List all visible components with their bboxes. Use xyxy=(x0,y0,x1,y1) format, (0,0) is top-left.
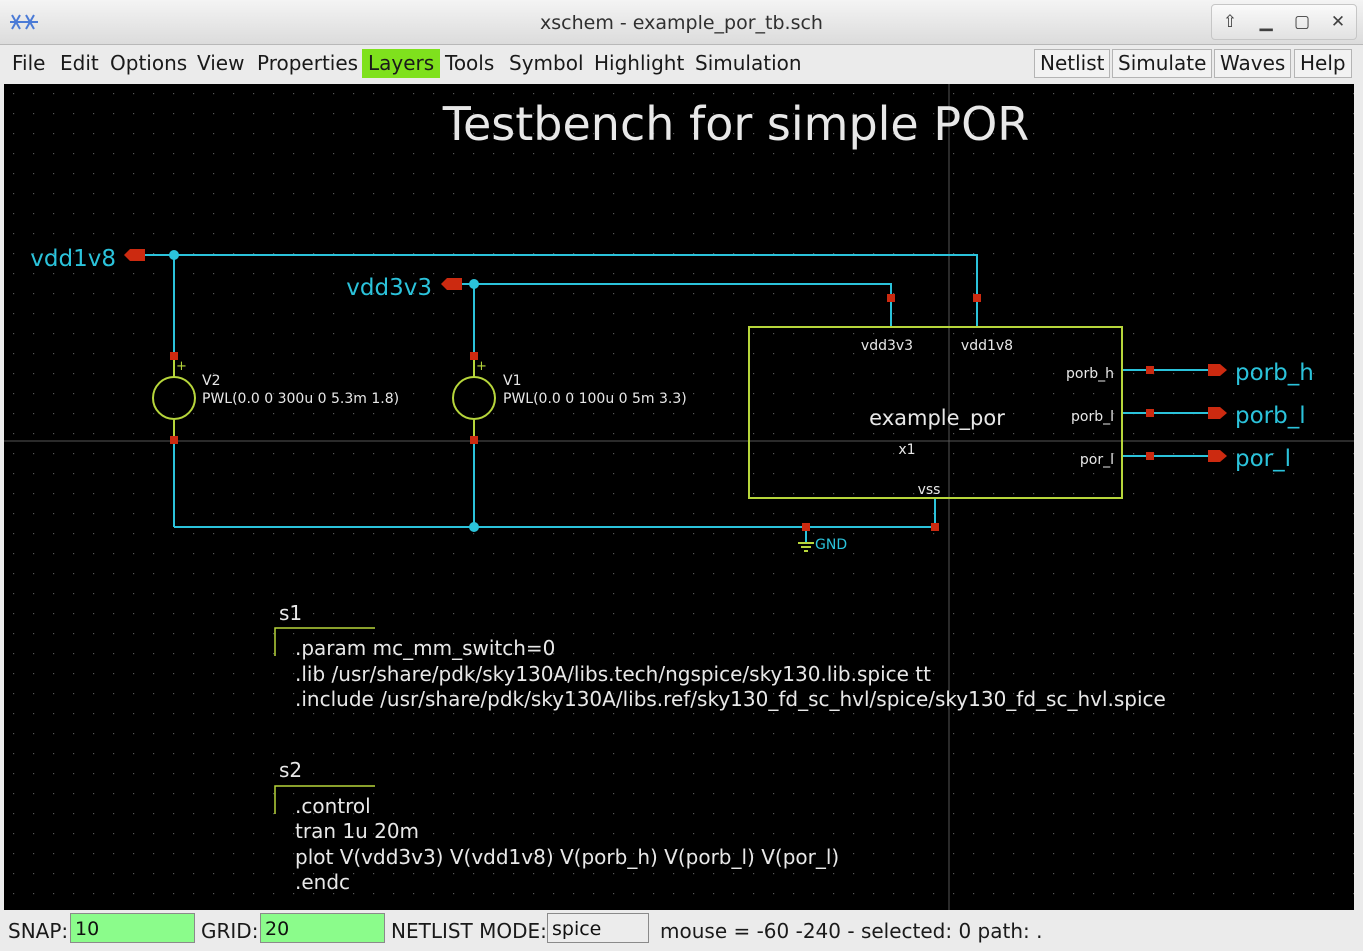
menu-file[interactable]: File xyxy=(6,49,51,78)
svg-text:.lib /usr/share/pdk/sky130A/li: .lib /usr/share/pdk/sky130A/libs.tech/ng… xyxy=(295,662,931,686)
v2-name: V2 xyxy=(202,373,220,389)
symbol-name: example_por xyxy=(869,406,1005,431)
svg-text:vdd1v8: vdd1v8 xyxy=(30,246,116,272)
right-edge-strip xyxy=(1355,84,1363,910)
svg-text:+: + xyxy=(176,359,187,374)
snap-input[interactable]: 10 xyxy=(70,913,195,943)
svg-text:.param mc_mm_switch=0: .param mc_mm_switch=0 xyxy=(295,636,555,660)
grid-label: GRID: xyxy=(201,919,259,943)
grid-input[interactable]: 20 xyxy=(260,913,385,943)
snap-label: SNAP: xyxy=(8,919,69,943)
instance-name: x1 xyxy=(898,442,915,458)
menu-simulation[interactable]: Simulation xyxy=(689,49,808,78)
close-icon[interactable]: ✕ xyxy=(1324,8,1352,36)
v1-name: V1 xyxy=(503,373,521,389)
window-controls: ⇧ ▁ ▢ ✕ xyxy=(1211,4,1357,40)
svg-text:.include /usr/share/pdk/sky130: .include /usr/share/pdk/sky130A/libs.ref… xyxy=(295,687,1166,711)
netlist-mode-label: NETLIST MODE: xyxy=(391,919,547,943)
menu-layers[interactable]: Layers xyxy=(362,49,441,78)
minimize-icon[interactable]: ▁ xyxy=(1252,8,1280,36)
menu-highlight[interactable]: Highlight xyxy=(588,49,690,78)
svg-text:vdd3v3: vdd3v3 xyxy=(346,275,432,301)
svg-text:.endc: .endc xyxy=(295,870,350,894)
v1-value: PWL(0.0 0 100u 0 5m 3.3) xyxy=(503,391,687,407)
window-title: xschem - example_por_tb.sch xyxy=(540,12,823,34)
help-button[interactable]: Help xyxy=(1294,49,1352,78)
svg-text:porb_l: porb_l xyxy=(1235,403,1306,429)
schematic-title: Testbench for simple POR xyxy=(442,97,1030,151)
svg-text:+: + xyxy=(476,359,487,374)
pin-porb-l: porb_l xyxy=(1071,409,1114,425)
schematic-canvas[interactable]: Testbench for simple POR vdd1v8 vdd3v3 +… xyxy=(4,84,1354,910)
statusbar: SNAP: 10 GRID: 20 NETLIST MODE: spice mo… xyxy=(0,911,1363,951)
svg-text:GND: GND xyxy=(815,537,847,553)
menu-view[interactable]: View xyxy=(191,49,250,78)
pin-up-icon[interactable]: ⇧ xyxy=(1216,8,1244,36)
menubar: File Edit Options View Properties Layers… xyxy=(0,45,1363,82)
menu-properties[interactable]: Properties xyxy=(251,49,364,78)
pin-porb-h: porb_h xyxy=(1066,366,1114,382)
menu-tools[interactable]: Tools xyxy=(439,49,500,78)
svg-text:porb_h: porb_h xyxy=(1235,360,1314,386)
code-block-s2-name: s2 xyxy=(279,758,302,782)
pin-vdd3v3: vdd3v3 xyxy=(861,338,913,354)
pin-vdd1v8: vdd1v8 xyxy=(961,338,1013,354)
svg-text:plot V(vdd3v3) V(vdd1v8) V(por: plot V(vdd3v3) V(vdd1v8) V(porb_h) V(por… xyxy=(295,845,839,869)
window-titlebar[interactable]: xschem - example_por_tb.sch ⇧ ▁ ▢ ✕ xyxy=(0,0,1363,45)
svg-text:tran 1u 20m: tran 1u 20m xyxy=(295,819,419,843)
mouse-status: mouse = -60 -240 - selected: 0 path: . xyxy=(660,919,1043,943)
netlist-mode-field[interactable]: spice xyxy=(547,913,649,943)
pin-por-l: por_l xyxy=(1080,452,1114,468)
menu-edit[interactable]: Edit xyxy=(54,49,105,78)
simulate-button[interactable]: Simulate xyxy=(1112,49,1213,78)
pin-vss: vss xyxy=(918,482,941,498)
waves-button[interactable]: Waves xyxy=(1214,49,1292,78)
svg-text:por_l: por_l xyxy=(1235,446,1291,472)
netlist-button[interactable]: Netlist xyxy=(1034,49,1111,78)
svg-text:.control: .control xyxy=(295,794,371,818)
code-block-s1-name: s1 xyxy=(279,601,302,625)
v2-value: PWL(0.0 0 300u 0 5.3m 1.8) xyxy=(202,391,399,407)
menu-symbol[interactable]: Symbol xyxy=(503,49,590,78)
maximize-icon[interactable]: ▢ xyxy=(1288,8,1316,36)
menu-options[interactable]: Options xyxy=(104,49,193,78)
